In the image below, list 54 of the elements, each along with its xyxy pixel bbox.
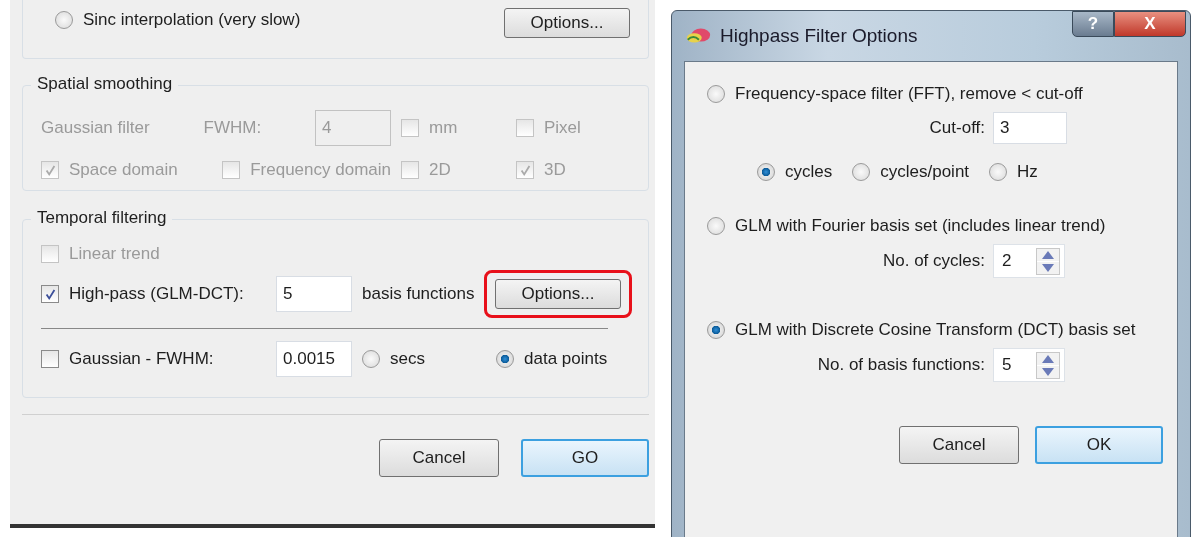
input-field[interactable]: 3	[993, 112, 1067, 144]
dialog-button[interactable]: GO	[521, 439, 649, 477]
field-label: No. of basis functions:	[816, 355, 985, 375]
checkbox-label: Space domain	[69, 160, 178, 180]
options-button[interactable]: Options...	[495, 279, 621, 309]
radio-label: Frequency-space filter (FFT), remove < cut-off	[735, 84, 1083, 104]
options-button[interactable]: Options...	[504, 8, 630, 38]
radio-button[interactable]	[989, 163, 1008, 181]
checkbox-label: Pixel	[544, 118, 581, 138]
spin-box[interactable]: 5	[993, 348, 1065, 382]
radio-label: cycles	[785, 162, 833, 182]
input-field[interactable]: 5	[276, 276, 352, 312]
field-label: FWHM:	[203, 118, 262, 138]
field-label: Gaussian filter	[41, 118, 150, 138]
checkbox-label: High-pass (GLM-DCT):	[69, 284, 244, 304]
checkbox-label: Linear trend	[69, 244, 160, 264]
checkbox[interactable]	[41, 350, 59, 368]
field-label: basis functions	[362, 284, 475, 304]
radio-label: cycles/point	[880, 162, 970, 182]
brain-icon	[684, 26, 712, 46]
checkbox[interactable]	[41, 285, 59, 303]
window-title: Highpass Filter Options	[720, 25, 918, 47]
checkbox-label: 3D	[544, 160, 566, 180]
radio-button[interactable]	[707, 217, 725, 235]
dialog-button[interactable]: Cancel	[379, 439, 499, 477]
checkbox-label: Gaussian - FWHM:	[69, 349, 214, 369]
field-label: Cut-off:	[928, 118, 985, 138]
checkbox-label: mm	[429, 118, 458, 138]
radio-label: Hz	[1017, 162, 1038, 182]
radio-button[interactable]	[707, 321, 725, 339]
spin-box[interactable]: 2	[993, 244, 1065, 278]
radio-label: GLM with Discrete Cosine Transform (DCT) basis set	[735, 320, 1136, 340]
radio-button[interactable]	[55, 11, 73, 29]
group-title: Spatial smoothing	[31, 74, 179, 94]
checkbox-label: Frequency domain	[250, 160, 391, 180]
checkmark-icon	[518, 163, 532, 177]
input-field[interactable]: 0.0015	[276, 341, 352, 377]
checkmark-icon	[43, 163, 57, 177]
radio-label: GLM with Fourier basis set (includes linear trend)	[735, 216, 1106, 236]
radio-button[interactable]	[362, 350, 380, 368]
group-title: Temporal filtering	[31, 208, 173, 228]
radio-button[interactable]	[757, 163, 775, 181]
close-button[interactable]: X	[1114, 11, 1186, 37]
radio-label: secs	[390, 349, 425, 369]
radio-button[interactable]	[496, 350, 514, 368]
radio-label: Sinc interpolation (very slow)	[83, 10, 301, 30]
dialog-button[interactable]: OK	[1035, 426, 1163, 464]
radio-button[interactable]	[707, 85, 725, 103]
radio-label: data points	[524, 349, 608, 369]
field-label: No. of cycles:	[881, 251, 985, 271]
checkbox-label: 2D	[429, 160, 451, 180]
radio-button[interactable]	[852, 163, 871, 181]
dialog-button[interactable]: Cancel	[899, 426, 1019, 464]
checkmark-icon	[43, 287, 57, 301]
